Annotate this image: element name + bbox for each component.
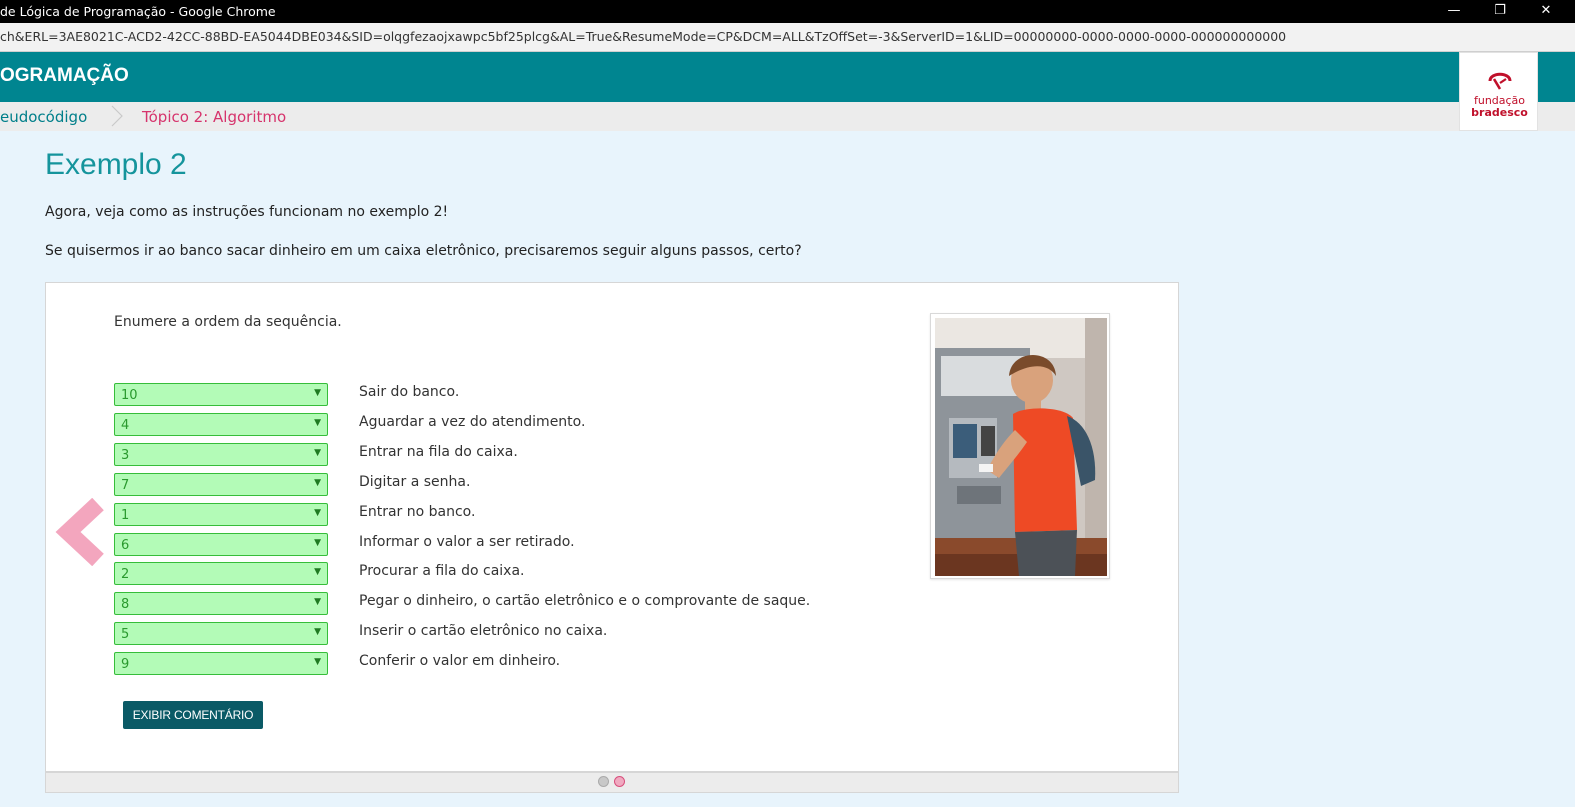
order-select-value: 1 [121, 508, 130, 523]
page-title: Exemplo 2 [45, 148, 187, 181]
fundacao-bradesco-logo: fundação bradesco [1459, 52, 1538, 131]
chevron-down-icon: ▼ [314, 448, 321, 458]
address-bar[interactable]: ch&ERL=3AE8021C-ACD2-42CC-88BD-EA5044DBE… [0, 23, 1575, 52]
order-select[interactable]: 10 ▼ [114, 383, 328, 406]
logo-text-bradesco: bradesco [1471, 106, 1528, 119]
atm-photo [930, 313, 1110, 579]
course-header: OGRAMAÇÃO [0, 52, 1575, 102]
step-text: Aguardar a vez do atendimento. [359, 414, 586, 430]
previous-arrow-icon[interactable] [54, 498, 104, 566]
intro-question: Se quisermos ir ao banco sacar dinheiro … [45, 243, 802, 259]
restore-icon[interactable]: ❐ [1477, 0, 1523, 23]
chevron-down-icon: ▼ [314, 538, 321, 548]
chevron-down-icon: ▼ [314, 597, 321, 607]
pagination-bar [45, 772, 1179, 793]
step-text: Entrar no banco. [359, 504, 476, 520]
bradesco-tree-icon [1488, 72, 1512, 90]
order-select-value: 6 [121, 538, 130, 553]
order-select[interactable]: 8 ▼ [114, 592, 328, 615]
atm-illustration [935, 318, 1107, 576]
chevron-down-icon: ▼ [314, 388, 321, 398]
order-select[interactable]: 3 ▼ [114, 443, 328, 466]
order-select[interactable]: 5 ▼ [114, 622, 328, 645]
close-icon[interactable]: ✕ [1523, 0, 1569, 23]
step-text: Entrar na fila do caixa. [359, 444, 518, 460]
order-select[interactable]: 6 ▼ [114, 533, 328, 556]
logo-text-fundacao: fundação [1473, 94, 1526, 107]
breadcrumb-separator-icon [111, 105, 123, 127]
step-text: Sair do banco. [359, 384, 460, 400]
window-title: de Lógica de Programação - Google Chrome [0, 4, 276, 19]
chevron-down-icon: ▼ [314, 627, 321, 637]
order-select-value: 10 [121, 388, 138, 403]
intro-text: Agora, veja como as instruções funcionam… [45, 204, 449, 220]
minimize-icon[interactable]: — [1431, 0, 1477, 23]
order-select[interactable]: 7 ▼ [114, 473, 328, 496]
order-select[interactable]: 9 ▼ [114, 652, 328, 675]
chevron-down-icon: ▼ [314, 657, 321, 667]
breadcrumb-item-topico[interactable]: Tópico 2: Algoritmo [142, 108, 286, 126]
chevron-down-icon: ▼ [314, 567, 321, 577]
window-titlebar: de Lógica de Programação - Google Chrome… [0, 0, 1575, 23]
page-dot[interactable] [598, 776, 609, 787]
step-text: Procurar a fila do caixa. [359, 563, 525, 579]
chevron-down-icon: ▼ [314, 418, 321, 428]
step-text: Inserir o cartão eletrônico no caixa. [359, 623, 608, 639]
order-select[interactable]: 2 ▼ [114, 562, 328, 585]
order-select-value: 2 [121, 567, 130, 582]
page-dot-active[interactable] [614, 776, 625, 787]
breadcrumb-item-pseudocodigo[interactable]: eudocódigo [0, 108, 87, 126]
step-text: Pegar o dinheiro, o cartão eletrônico e … [359, 593, 811, 609]
show-comment-button[interactable]: EXIBIR COMENTÁRIO [123, 701, 263, 729]
breadcrumb: eudocódigo Tópico 2: Algoritmo [0, 102, 1575, 131]
order-select-value: 4 [121, 418, 130, 433]
order-select[interactable]: 1 ▼ [114, 503, 328, 526]
chevron-down-icon: ▼ [314, 478, 321, 488]
order-select-value: 3 [121, 448, 130, 463]
step-text: Informar o valor a ser retirado. [359, 534, 575, 550]
order-select-value: 7 [121, 478, 130, 493]
step-text: Conferir o valor em dinheiro. [359, 653, 561, 669]
order-select-value: 5 [121, 627, 130, 642]
exercise-instruction: Enumere a ordem da sequência. [114, 314, 342, 330]
url-text[interactable]: ch&ERL=3AE8021C-ACD2-42CC-88BD-EA5044DBE… [0, 29, 1286, 44]
order-select-value: 8 [121, 597, 130, 612]
course-title: OGRAMAÇÃO [0, 65, 129, 86]
order-select-value: 9 [121, 657, 130, 672]
step-text: Digitar a senha. [359, 474, 471, 490]
chevron-down-icon: ▼ [314, 508, 321, 518]
order-select[interactable]: 4 ▼ [114, 413, 328, 436]
